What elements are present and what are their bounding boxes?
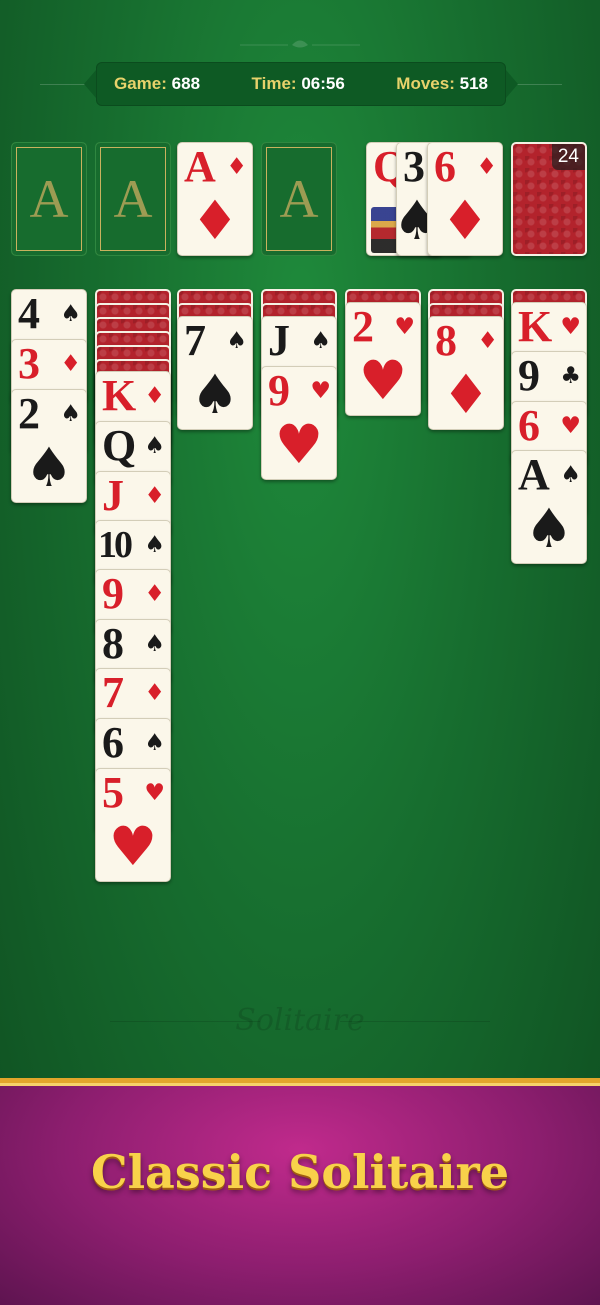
waste-card-top[interactable]: 6 ♦ ♦: [427, 142, 503, 256]
stats-deco-left: [40, 84, 90, 85]
solitaire-watermark: Solitaire: [235, 1003, 365, 1038]
card-rank: 7: [184, 316, 206, 365]
card-rank: 7: [102, 668, 124, 717]
card-rank: 3: [403, 142, 425, 191]
foundation-placeholder-letter: A: [29, 169, 69, 229]
tableau-card[interactable]: 5 ♥ ♥: [95, 768, 171, 882]
tableau-card[interactable]: 8 ♦ ♦: [428, 316, 504, 430]
foundation-slot-2[interactable]: A: [95, 142, 171, 256]
card-rank: 9: [268, 366, 290, 415]
spade-icon: ♠: [24, 436, 74, 499]
card-rank: 5: [102, 768, 124, 817]
heart-icon: ♥: [358, 349, 408, 412]
card-rank: 9: [102, 569, 124, 618]
spade-icon: ♠: [560, 462, 581, 488]
card-rank: 10: [98, 524, 133, 566]
diamond-icon: ♦: [144, 383, 165, 409]
heart-icon: ♥: [310, 378, 331, 404]
time-stat: Time: 06:56: [252, 74, 345, 94]
tableau-card[interactable]: A ♠ ♠: [511, 450, 587, 564]
diamond-icon: ♦: [226, 154, 247, 180]
foundation-card-3[interactable]: A ♦ ♦: [177, 142, 253, 256]
card-rank: J: [268, 316, 290, 365]
card-rank: Q: [102, 421, 137, 470]
spade-icon: ♠: [60, 401, 81, 427]
tableau-card[interactable]: 2 ♠ ♠: [11, 389, 87, 503]
game-stat: Game: 688: [114, 74, 200, 94]
moves-stat: Moves: 518: [396, 74, 488, 94]
stats-deco-right: [512, 84, 562, 85]
club-icon: ♣: [560, 363, 581, 389]
card-rank: K: [518, 302, 553, 351]
card-rank: K: [102, 371, 137, 420]
diamond-icon: ♦: [190, 189, 240, 252]
diamond-icon: ♦: [144, 483, 165, 509]
heart-icon: ♥: [560, 413, 581, 439]
spade-icon: ♠: [524, 497, 574, 560]
heart-icon: ♥: [560, 314, 581, 340]
diamond-icon: ♦: [476, 154, 497, 180]
card-rank: A: [518, 450, 550, 499]
diamond-icon: ♦: [144, 680, 165, 706]
tableau-card[interactable]: 9 ♥ ♥: [261, 366, 337, 480]
card-rank: 6: [518, 401, 540, 450]
card-rank: 6: [434, 142, 456, 191]
stock-count: 24: [551, 144, 585, 170]
card-rank: J: [102, 471, 124, 520]
spade-icon: ♠: [226, 328, 247, 354]
diamond-icon: ♦: [440, 189, 490, 252]
card-rank: 9: [518, 351, 540, 400]
card-rank: A: [184, 142, 216, 191]
foundation-placeholder-letter: A: [113, 169, 153, 229]
promo-banner: Classic Solitaire: [0, 1078, 600, 1305]
diamond-icon: ♦: [60, 351, 81, 377]
card-rank: 8: [102, 619, 124, 668]
game-value: 688: [171, 74, 201, 93]
stock-pile[interactable]: 24: [511, 142, 587, 256]
diamond-icon: ♦: [144, 581, 165, 607]
heart-icon: ♥: [108, 815, 158, 878]
time-label: Time:: [251, 74, 297, 93]
foundation-slot-4[interactable]: A: [261, 142, 337, 256]
banner-title: Classic Solitaire: [90, 1145, 510, 1199]
card-rank: 6: [102, 718, 124, 767]
spade-icon: ♠: [144, 532, 165, 558]
stats-bar: Game: 688 Time: 06:56 Moves: 518: [84, 62, 518, 106]
card-rank: 8: [435, 316, 457, 365]
moves-label: Moves:: [396, 74, 455, 93]
spade-icon: ♠: [144, 730, 165, 756]
heart-icon: ♥: [394, 314, 415, 340]
top-ornament: [240, 40, 360, 48]
heart-icon: ♥: [144, 780, 165, 806]
spade-icon: ♠: [144, 433, 165, 459]
spade-icon: ♠: [190, 363, 240, 426]
card-rank: 2: [18, 389, 40, 438]
diamond-icon: ♦: [441, 363, 491, 426]
spade-icon: ♠: [310, 328, 331, 354]
time-value: 06:56: [301, 74, 345, 93]
foundation-placeholder-letter: A: [279, 169, 319, 229]
tableau-card[interactable]: 7 ♠ ♠: [177, 316, 253, 430]
heart-icon: ♥: [274, 413, 324, 476]
card-rank: 3: [18, 339, 40, 388]
moves-value: 518: [459, 74, 488, 93]
foundation-slot-1[interactable]: A: [11, 142, 87, 256]
tableau-card[interactable]: 2 ♥ ♥: [345, 302, 421, 416]
card-rank: 4: [18, 289, 40, 338]
spade-icon: ♠: [144, 631, 165, 657]
game-label: Game:: [114, 74, 167, 93]
diamond-icon: ♦: [477, 328, 498, 354]
spade-icon: ♠: [60, 301, 81, 327]
card-rank: 2: [352, 302, 374, 351]
